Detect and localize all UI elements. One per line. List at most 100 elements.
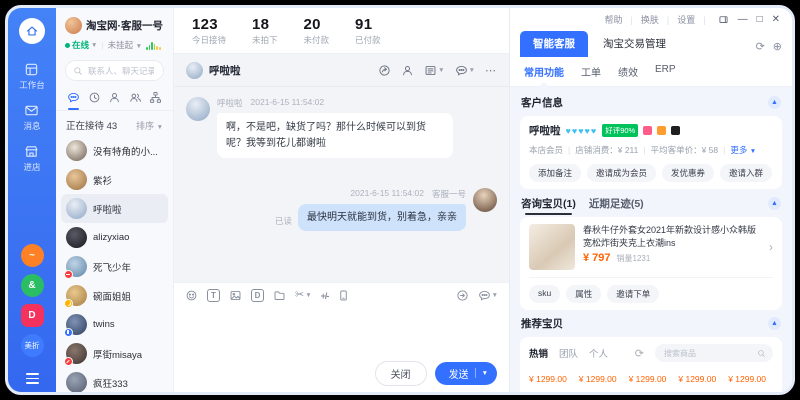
dock-window-icon[interactable]: [718, 14, 729, 25]
tab-inquiry-items[interactable]: 咨询宝贝(1): [521, 196, 576, 211]
settings-link[interactable]: 设置: [677, 13, 695, 26]
tab-contacts[interactable]: [108, 91, 121, 104]
nav-message[interactable]: 消息: [23, 103, 40, 132]
invite-member-button[interactable]: 邀请成为会员: [587, 164, 656, 182]
tab-hot-sale[interactable]: 热销: [529, 346, 548, 360]
online-status-dropdown[interactable]: 在线▼: [65, 39, 97, 51]
attribute-button[interactable]: 属性: [566, 285, 601, 303]
refresh-icon[interactable]: ⟳: [635, 347, 644, 360]
avatar: [66, 198, 87, 219]
close-button[interactable]: 关闭: [375, 361, 427, 386]
file-icon[interactable]: [273, 289, 286, 302]
send-coupon-button[interactable]: 发优惠券: [662, 164, 714, 182]
auto-reply-icon[interactable]: ▼: [478, 289, 498, 302]
blocked-badge-icon: [64, 357, 73, 366]
chat-mode-icon[interactable]: ▼: [455, 64, 475, 77]
account-avatar[interactable]: [65, 17, 82, 34]
invite-order-button[interactable]: 邀请下单: [607, 285, 659, 303]
rail-app-dock: ~ & D 美折: [21, 244, 44, 384]
list-item[interactable]: 厚街misaya: [61, 339, 168, 368]
prev-page-icon[interactable]: ‹: [744, 390, 747, 392]
text-format-icon[interactable]: T: [207, 289, 220, 302]
product-search[interactable]: [655, 344, 773, 362]
subtab-erp[interactable]: ERP: [655, 64, 676, 79]
collapse-icon[interactable]: ▲: [768, 197, 781, 210]
nav-workbench[interactable]: 工作台: [19, 62, 45, 91]
tab-chats[interactable]: [67, 91, 80, 104]
app-meizhe-icon[interactable]: 美折: [21, 334, 44, 357]
help-link[interactable]: 帮助: [604, 13, 622, 26]
list-item[interactable]: 死飞少年: [61, 252, 168, 281]
tab-groups[interactable]: [129, 91, 142, 104]
send-options-caret[interactable]: ▼: [482, 370, 488, 377]
more-icon[interactable]: ⋯: [485, 64, 497, 77]
tab-trade-manage[interactable]: 淘宝交易管理: [590, 31, 679, 57]
sort-dropdown[interactable]: 排序 ▼: [136, 119, 163, 132]
list-item[interactable]: alizyxiao: [61, 223, 168, 252]
list-item[interactable]: 紫衫: [61, 165, 168, 194]
message-input[interactable]: [174, 308, 509, 354]
app-green-icon[interactable]: &: [21, 274, 44, 297]
composer-toolbar: T D ✂▼ +/- ▼: [174, 282, 509, 308]
tab-organization[interactable]: [149, 91, 162, 104]
spend-label: 店铺消费：¥ 211: [575, 144, 638, 156]
minimize-icon[interactable]: —: [738, 15, 748, 25]
invite-group-button[interactable]: 邀请入群: [720, 164, 772, 182]
tab-recent-footprints[interactable]: 近期足迹(5): [589, 196, 644, 211]
transfer-icon[interactable]: [378, 64, 391, 77]
shortcut-phrase-icon[interactable]: +/-: [321, 291, 329, 301]
subtab-ticket[interactable]: 工单: [581, 64, 601, 79]
list-item[interactable]: 碗面姐姐: [61, 281, 168, 310]
close-window-icon[interactable]: ✕: [772, 15, 780, 25]
contact-search[interactable]: [65, 60, 164, 81]
maximize-icon[interactable]: □: [757, 15, 763, 25]
emoji-icon[interactable]: [185, 289, 198, 302]
message-bubble: 最快明天就能到货，别着急，亲亲: [298, 204, 466, 231]
recommend-product[interactable]: ¥ 1299.00: [629, 370, 674, 384]
list-item-selected[interactable]: 呼啦啦: [61, 194, 168, 223]
recommend-product[interactable]: ¥ 1299.00: [579, 370, 624, 384]
app-orange-icon[interactable]: ~: [21, 244, 44, 267]
recommend-product[interactable]: ¥ 1299.00: [728, 370, 773, 384]
app-red-icon[interactable]: D: [21, 304, 44, 327]
customer-card-icon[interactable]: [401, 64, 414, 77]
recommend-product[interactable]: ¥ 1299.00: [529, 370, 574, 384]
image-icon[interactable]: [229, 289, 242, 302]
product-search-input[interactable]: [662, 348, 754, 359]
collapse-icon[interactable]: ▲: [768, 317, 781, 330]
forward-icon[interactable]: [456, 289, 469, 302]
tab-personal[interactable]: 个人: [589, 346, 608, 360]
phone-icon[interactable]: [337, 289, 350, 302]
order-list-icon[interactable]: ▼: [424, 64, 444, 77]
recommend-card: 热销 团队 个人 ⟳ ¥ 1299.00 ¥ 1299.00 ¥ 1299.00…: [520, 337, 782, 392]
refresh-icon[interactable]: ⟳: [756, 40, 765, 53]
list-item[interactable]: twins: [61, 310, 168, 339]
customer-info-card: 呼啦啦 ♥♥♥♥♥ 好评90% 本店会员| 店铺消费：¥ 211| 平均客单价：…: [520, 116, 782, 189]
list-item[interactable]: 没有特角的小...: [61, 136, 168, 165]
home-logo-icon[interactable]: [19, 18, 45, 44]
tab-smart-service[interactable]: 智能客服: [520, 31, 588, 57]
product-row[interactable]: 春秋牛仔外套女2021年新款设计感小众韩版宽松炸街夹克上衣潮ins ¥ 797 …: [529, 224, 773, 270]
send-button[interactable]: 发送▼: [435, 362, 497, 385]
sku-button[interactable]: sku: [529, 285, 560, 303]
nav-shop[interactable]: 进店: [23, 144, 40, 173]
chevron-right-icon[interactable]: ›: [769, 240, 773, 254]
skin-link[interactable]: 换肤: [641, 13, 659, 26]
hold-status-dropdown[interactable]: 未挂起 ▼: [108, 39, 142, 51]
contact-search-input[interactable]: [86, 65, 156, 77]
more-link[interactable]: 更多 ▼: [730, 144, 756, 156]
tab-team[interactable]: 团队: [559, 346, 578, 360]
screenshot-icon[interactable]: ✂▼: [295, 290, 312, 301]
add-note-button[interactable]: 添加备注: [529, 164, 581, 182]
tab-history[interactable]: [88, 91, 101, 104]
next-page-icon[interactable]: ›: [770, 390, 773, 392]
list-item[interactable]: 疯狂333: [61, 368, 168, 392]
collapse-icon[interactable]: ▲: [768, 96, 781, 109]
hamburger-menu-icon[interactable]: [26, 373, 39, 384]
subtab-performance[interactable]: 绩效: [618, 64, 638, 79]
subtab-common[interactable]: 常用功能: [524, 64, 564, 79]
add-plugin-icon[interactable]: ⊕: [773, 40, 782, 53]
recommend-product[interactable]: ¥ 1299.00: [678, 370, 723, 384]
video-icon[interactable]: D: [251, 289, 264, 302]
message-bubble: 啊，不是吧，缺货了吗？那什么时候可以到货呢？我等到花儿都谢啦: [217, 113, 453, 158]
